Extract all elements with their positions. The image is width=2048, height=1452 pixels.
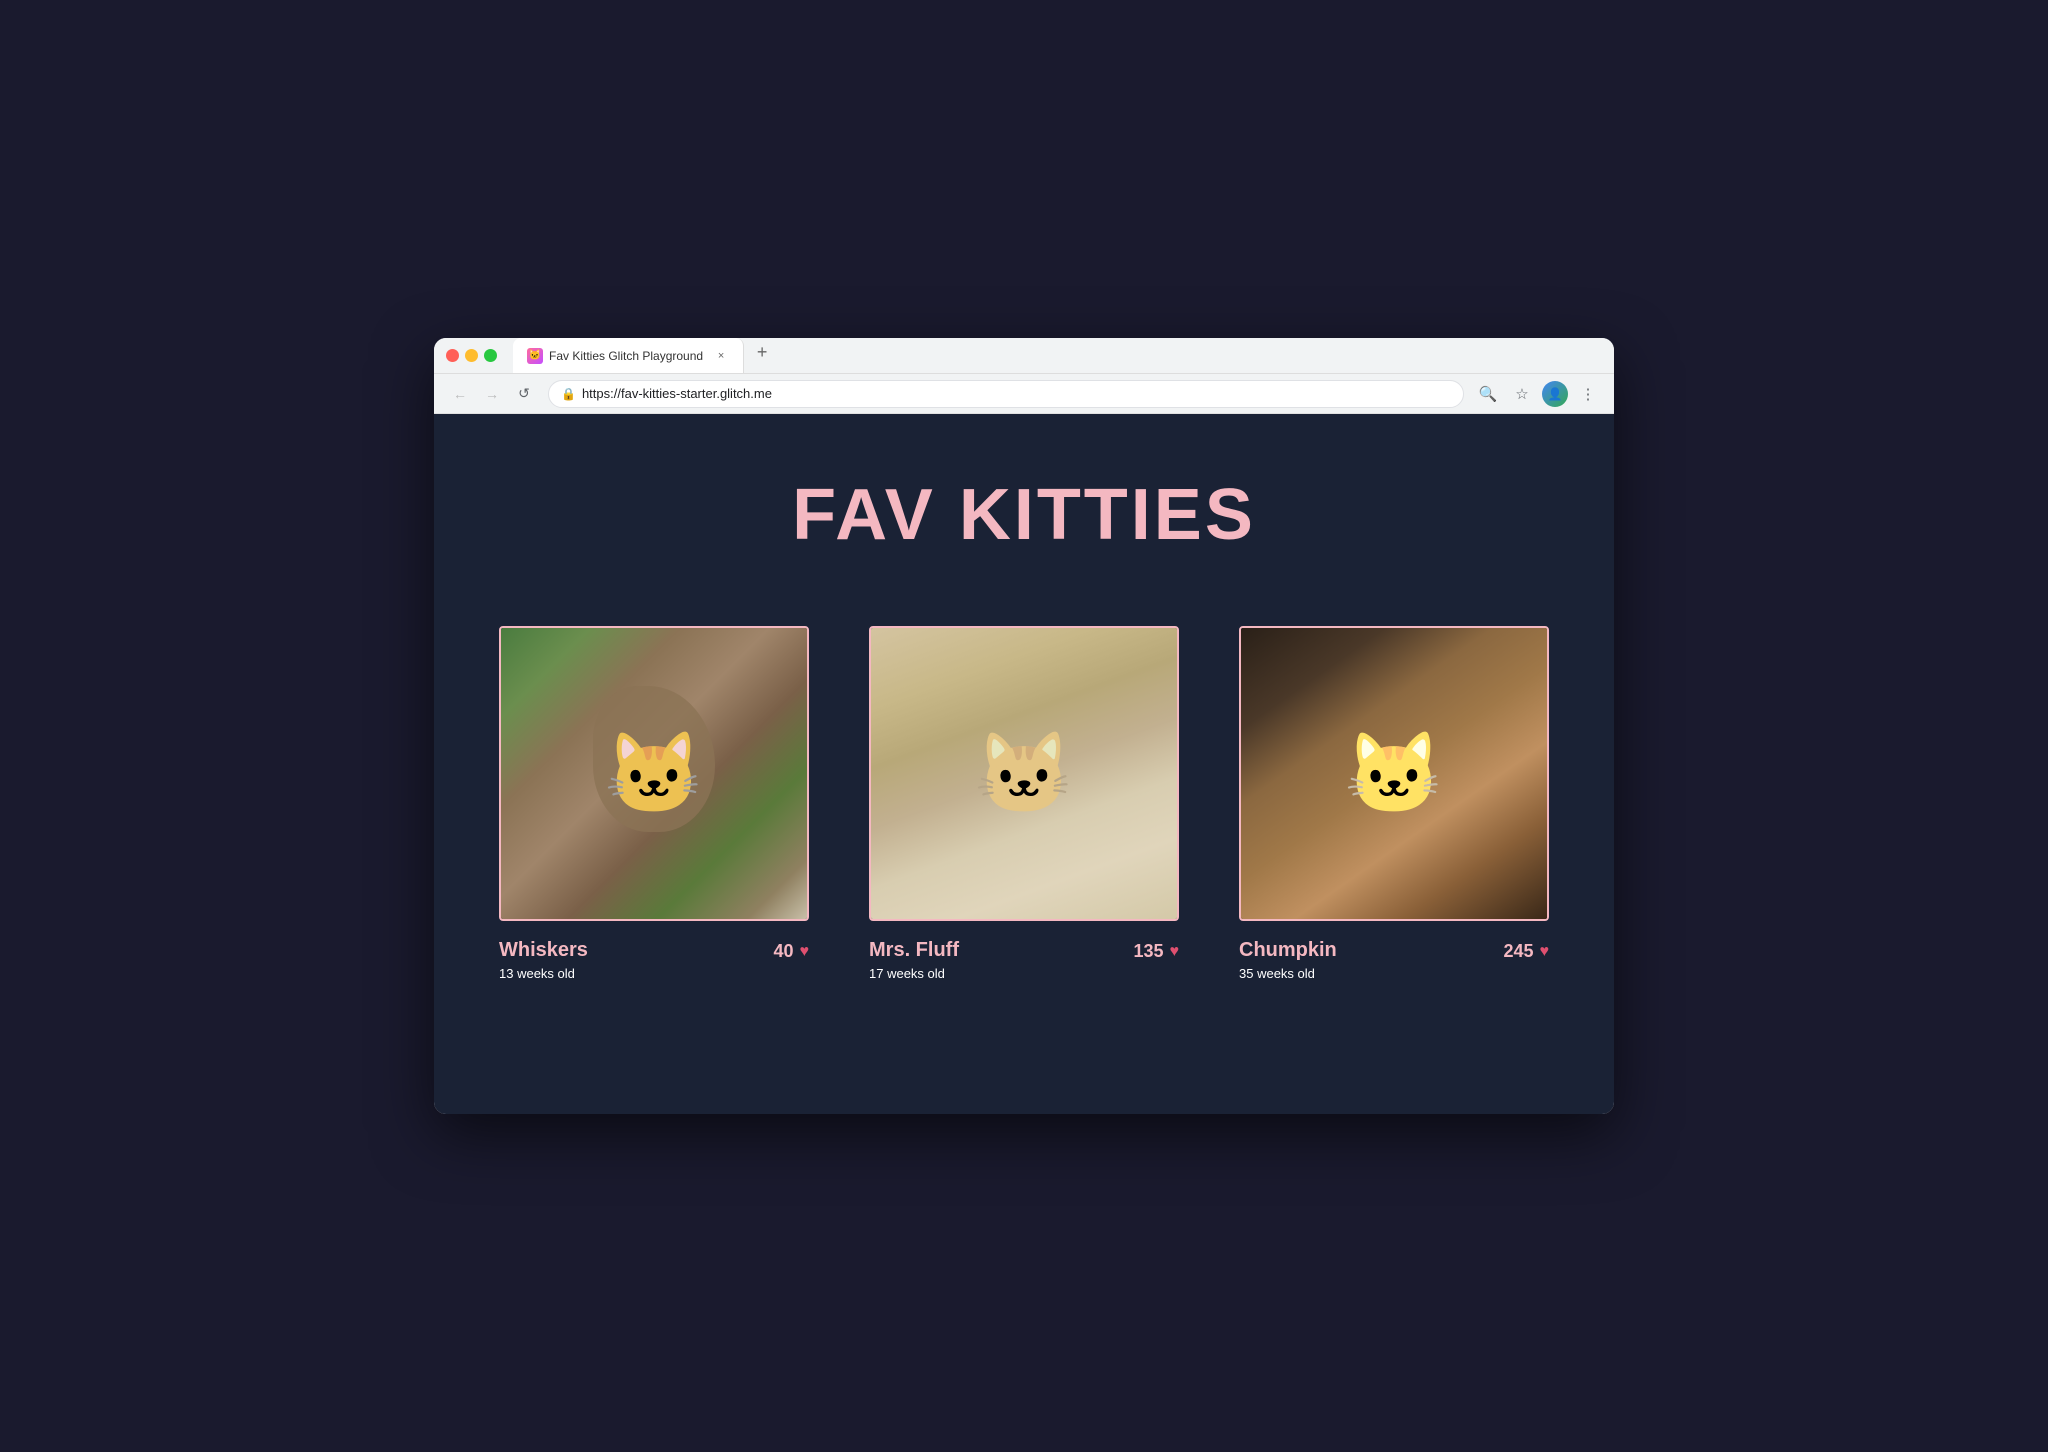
tab-close-button[interactable]: ×	[713, 348, 729, 364]
cat-details-chumpkin: Chumpkin 35 weeks old	[1239, 939, 1503, 981]
cat-likes-mrsfluff[interactable]: 135 ♥	[1133, 939, 1179, 962]
heart-icon-chumpkin: ♥	[1540, 943, 1550, 961]
title-bar: 🐱 Fav Kitties Glitch Playground × +	[434, 338, 1614, 374]
cat-info-whiskers: Whiskers 13 weeks old 40 ♥	[499, 939, 809, 981]
cat-image-chumpkin[interactable]	[1239, 626, 1549, 921]
maximize-button[interactable]	[484, 349, 497, 362]
lock-icon: 🔒	[561, 387, 576, 401]
cat-card-whiskers: Whiskers 13 weeks old 40 ♥	[499, 626, 809, 981]
search-icon[interactable]: 🔍	[1474, 380, 1502, 408]
cat-image-whiskers[interactable]	[499, 626, 809, 921]
active-tab[interactable]: 🐱 Fav Kitties Glitch Playground ×	[513, 338, 744, 373]
cat-age-whiskers: 13 weeks old	[499, 966, 773, 981]
close-button[interactable]	[446, 349, 459, 362]
cat-name-chumpkin: Chumpkin	[1239, 939, 1503, 962]
cat-name-mrsfluff: Mrs. Fluff	[869, 939, 1133, 962]
cat-likes-chumpkin[interactable]: 245 ♥	[1503, 939, 1549, 962]
url-text: https://fav-kitties-starter.glitch.me	[582, 386, 772, 401]
tab-title: Fav Kitties Glitch Playground	[549, 349, 703, 363]
cat-photo-mrsfluff	[871, 628, 1177, 919]
cat-card-chumpkin: Chumpkin 35 weeks old 245 ♥	[1239, 626, 1549, 981]
heart-icon-mrsfluff: ♥	[1170, 943, 1180, 961]
cat-likes-count-chumpkin: 245	[1503, 941, 1533, 962]
cat-photo-chumpkin	[1241, 628, 1547, 919]
more-icon[interactable]: ⋮	[1574, 380, 1602, 408]
tabs-area: 🐱 Fav Kitties Glitch Playground × +	[513, 338, 1602, 373]
cat-likes-whiskers[interactable]: 40 ♥	[773, 939, 809, 962]
avatar[interactable]: 👤	[1542, 381, 1568, 407]
webpage-content: FAV KITTIES Whiskers 13 weeks old 40 ♥	[434, 414, 1614, 1114]
cat-image-mrsfluff[interactable]	[869, 626, 1179, 921]
cat-card-mrsfluff: Mrs. Fluff 17 weeks old 135 ♥	[869, 626, 1179, 981]
heart-icon-whiskers: ♥	[800, 943, 810, 961]
address-bar: ← → ↺ 🔒 https://fav-kitties-starter.glit…	[434, 374, 1614, 414]
cat-info-mrsfluff: Mrs. Fluff 17 weeks old 135 ♥	[869, 939, 1179, 981]
reload-button[interactable]: ↺	[510, 380, 538, 408]
tab-favicon: 🐱	[527, 348, 543, 364]
cat-name-whiskers: Whiskers	[499, 939, 773, 962]
url-bar[interactable]: 🔒 https://fav-kitties-starter.glitch.me	[548, 380, 1464, 408]
back-button[interactable]: ←	[446, 380, 474, 408]
cat-info-chumpkin: Chumpkin 35 weeks old 245 ♥	[1239, 939, 1549, 981]
cats-grid: Whiskers 13 weeks old 40 ♥ Mrs. Fluff	[474, 626, 1574, 981]
bookmark-icon[interactable]: ☆	[1508, 380, 1536, 408]
forward-button[interactable]: →	[478, 380, 506, 408]
cat-likes-count-mrsfluff: 135	[1133, 941, 1163, 962]
minimize-button[interactable]	[465, 349, 478, 362]
cat-age-chumpkin: 35 weeks old	[1239, 966, 1503, 981]
toolbar-right: 🔍 ☆ 👤 ⋮	[1474, 380, 1602, 408]
new-tab-button[interactable]: +	[748, 338, 776, 366]
cat-photo-whiskers	[501, 628, 807, 919]
traffic-lights	[446, 349, 497, 362]
browser-window: 🐱 Fav Kitties Glitch Playground × + ← → …	[434, 338, 1614, 1114]
page-title: FAV KITTIES	[792, 474, 1256, 556]
cat-details-whiskers: Whiskers 13 weeks old	[499, 939, 773, 981]
cat-age-mrsfluff: 17 weeks old	[869, 966, 1133, 981]
cat-details-mrsfluff: Mrs. Fluff 17 weeks old	[869, 939, 1133, 981]
cat-likes-count-whiskers: 40	[773, 941, 793, 962]
nav-buttons: ← → ↺	[446, 380, 538, 408]
